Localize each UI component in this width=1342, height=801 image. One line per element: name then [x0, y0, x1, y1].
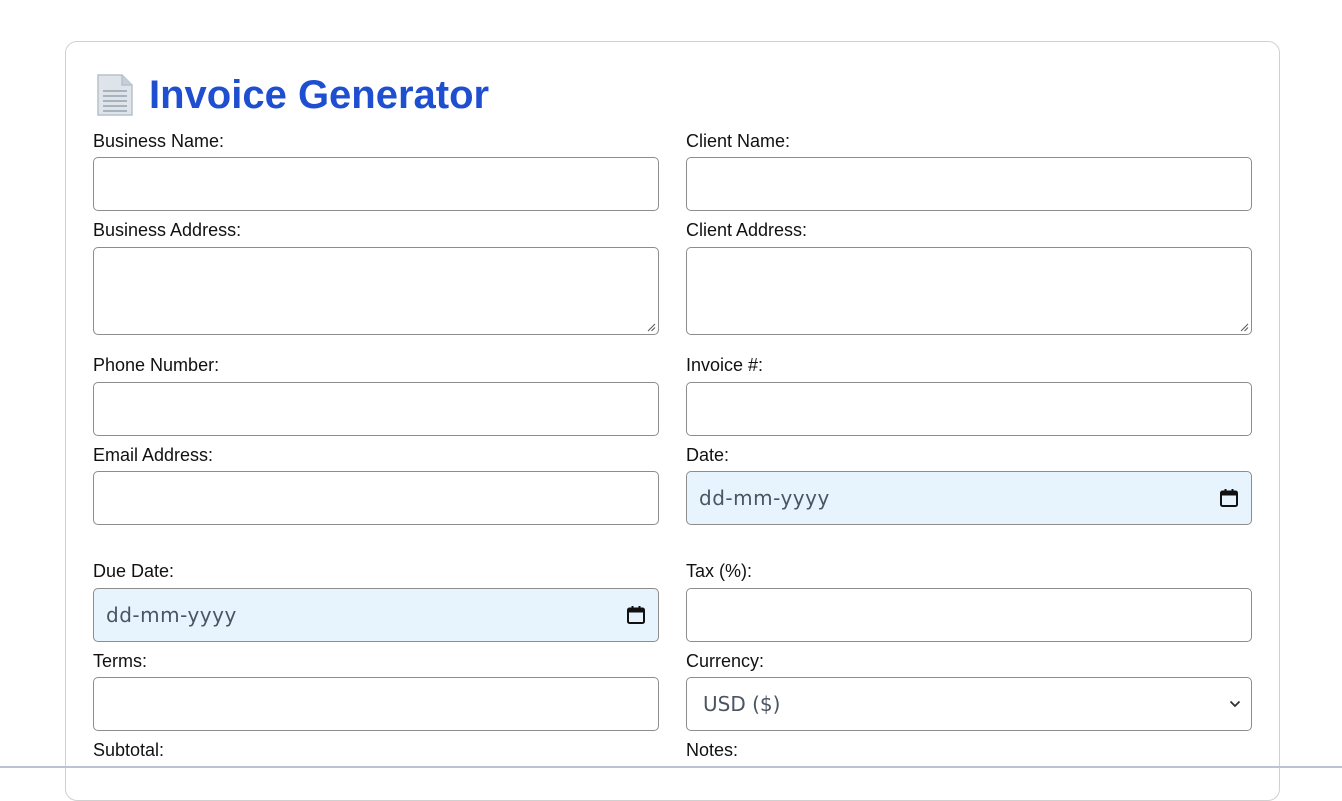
calendar-icon[interactable] [1219, 488, 1239, 508]
tax-label: Tax (%): [686, 561, 753, 581]
email-address-input[interactable] [93, 471, 659, 525]
client-name-input[interactable] [686, 157, 1252, 211]
client-address-label: Client Address: [686, 220, 808, 240]
business-address-textarea[interactable] [93, 247, 659, 335]
currency-selected-value: USD ($) [703, 692, 781, 716]
business-name-input[interactable] [93, 157, 659, 211]
invoice-number-input[interactable] [686, 382, 1252, 436]
terms-input[interactable] [93, 677, 659, 731]
phone-number-label: Phone Number: [93, 355, 220, 375]
due-date-input[interactable]: dd-mm-yyyy [93, 588, 659, 642]
phone-number-input[interactable] [93, 382, 659, 436]
chevron-down-icon [1229, 700, 1241, 708]
client-name-label: Client Name: [686, 131, 791, 151]
date-label: Date: [686, 445, 730, 465]
business-address-label: Business Address: [93, 220, 242, 240]
invoice-number-label: Invoice #: [686, 355, 764, 375]
calendar-icon[interactable] [626, 605, 646, 625]
resize-handle-icon[interactable] [1239, 322, 1249, 332]
email-address-label: Email Address: [93, 445, 214, 465]
currency-select[interactable]: USD ($) [686, 677, 1252, 731]
due-date-placeholder: dd-mm-yyyy [106, 603, 237, 627]
currency-label: Currency: [686, 651, 765, 671]
header: Invoice Generator [95, 70, 489, 120]
client-address-textarea[interactable] [686, 247, 1252, 335]
business-name-label: Business Name: [93, 131, 225, 151]
subtotal-label: Subtotal: [93, 740, 165, 760]
document-icon [97, 74, 133, 116]
date-input[interactable]: dd-mm-yyyy [686, 471, 1252, 525]
resize-handle-icon[interactable] [646, 322, 656, 332]
notes-label: Notes: [686, 740, 739, 760]
tax-input[interactable] [686, 588, 1252, 642]
page-title: Invoice Generator [149, 72, 490, 117]
due-date-label: Due Date: [93, 561, 175, 581]
date-placeholder: dd-mm-yyyy [699, 486, 830, 510]
terms-label: Terms: [93, 651, 147, 671]
